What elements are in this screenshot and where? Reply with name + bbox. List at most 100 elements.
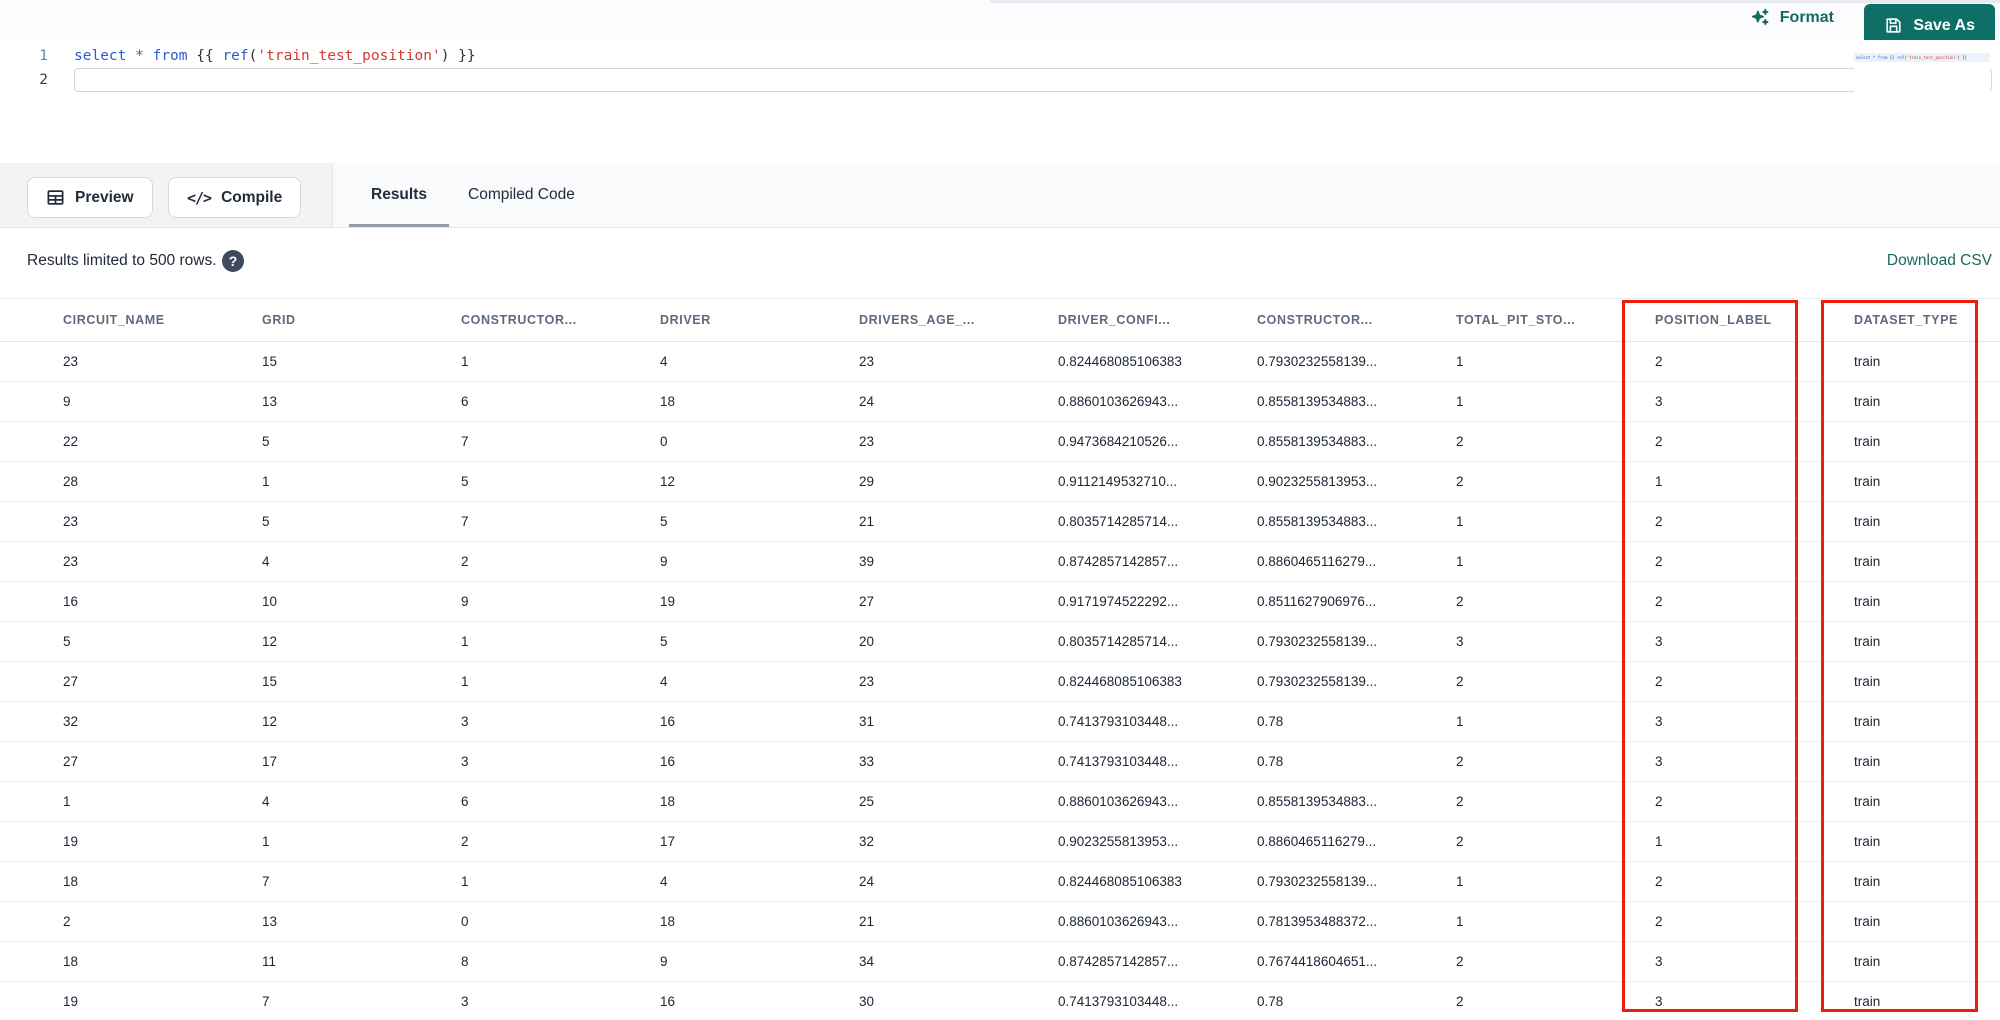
table-cell: 18 <box>63 954 79 969</box>
table-cell: 0.8860465116279... <box>1257 554 1377 569</box>
table-cell: 5 <box>660 634 668 649</box>
table-cell: 0.7813953488372... <box>1257 914 1378 929</box>
table-cell: 0.8558139534883... <box>1257 394 1378 409</box>
table-cell: 0.8860103626943... <box>1058 914 1179 929</box>
column-header-constructor[interactable]: CONSTRUCTOR... <box>1244 313 1443 327</box>
table-cell: 16 <box>660 754 676 769</box>
column-header-driver-confi[interactable]: DRIVER_CONFI... <box>1045 313 1244 327</box>
table-cell: 2 <box>1456 834 1464 849</box>
column-header-dataset-type[interactable]: DATASET_TYPE <box>1841 313 2000 327</box>
code-brackets-icon: </> <box>187 188 212 207</box>
table-cell: 2 <box>1655 594 1663 609</box>
sql-token: {{ <box>187 48 223 64</box>
table-cell: 0.8742857142857... <box>1058 554 1179 569</box>
sql-token: from <box>152 48 188 64</box>
column-header-grid[interactable]: GRID <box>249 313 448 327</box>
sparkles-icon <box>1750 7 1771 28</box>
sql-token: from <box>1877 55 1888 60</box>
table-cell: 19 <box>63 834 79 849</box>
table-row: 27 17 3 16 33 0.7413793103448... 0.78 2 3 train <box>0 742 2000 782</box>
results-info-bar: Results limited to 500 rows. ? Download … <box>0 228 2000 298</box>
table-cell: 27 <box>63 674 79 689</box>
table-cell: 16 <box>63 594 79 609</box>
column-header-total-pit-sto[interactable]: TOTAL_PIT_STO... <box>1443 313 1642 327</box>
code-area[interactable]: select * from {{ ref('train_test_positio… <box>74 44 1992 92</box>
tab-compiled-code-label: Compiled Code <box>468 186 575 203</box>
download-csv-link[interactable]: Download CSV <box>1887 252 1992 270</box>
table-cell: 23 <box>63 354 79 369</box>
table-cell: 2 <box>1655 874 1663 889</box>
table-cell: 2 <box>63 914 71 929</box>
column-header-constructor[interactable]: CONSTRUCTOR... <box>448 313 647 327</box>
table-grid-icon <box>46 188 65 207</box>
preview-button-label: Preview <box>75 188 134 206</box>
table-cell: 9 <box>660 554 668 569</box>
column-header-position-label[interactable]: POSITION_LABEL <box>1642 313 1841 327</box>
sql-editor[interactable]: 1 2 select * from {{ ref('train_test_pos… <box>0 40 2000 163</box>
table-cell: 23 <box>859 674 875 689</box>
table-cell: 0.824468085106383 <box>1058 674 1182 689</box>
column-header-driver[interactable]: DRIVER <box>647 313 846 327</box>
table-cell: train <box>1854 874 1881 889</box>
table-cell: 31 <box>859 714 875 729</box>
column-header-drivers-age[interactable]: DRIVERS_AGE_... <box>846 313 1045 327</box>
table-cell: 25 <box>859 794 875 809</box>
table-cell: 33 <box>859 754 875 769</box>
table-cell: train <box>1854 354 1881 369</box>
table-cell: 0.9473684210526... <box>1058 434 1179 449</box>
table-cell: 2 <box>1456 674 1464 689</box>
table-cell: 0.78 <box>1257 714 1284 729</box>
table-cell: 6 <box>461 394 469 409</box>
table-cell: 1 <box>1456 394 1464 409</box>
table-cell: 0.7930232558139... <box>1257 874 1378 889</box>
table-cell: 0.7930232558139... <box>1257 634 1378 649</box>
table-cell: 5 <box>461 474 469 489</box>
table-cell: 0 <box>660 434 668 449</box>
preview-button[interactable]: Preview <box>27 177 153 218</box>
table-cell: 5 <box>262 434 270 449</box>
table-cell: 2 <box>1655 514 1663 529</box>
table-cell: 1 <box>461 354 469 369</box>
table-cell: 2 <box>461 554 469 569</box>
table-cell: 5 <box>262 514 270 529</box>
sql-code-line[interactable]: select * from {{ ref('train_test_positio… <box>74 44 1992 68</box>
sql-token: ) }} <box>1957 55 1967 60</box>
dbt-ide-root: Format Save As 1 2 select * from {{ ref(… <box>0 0 2000 1020</box>
compile-button-label: Compile <box>221 188 283 206</box>
table-cell: 24 <box>859 874 875 889</box>
table-cell: 3 <box>1655 634 1663 649</box>
table-cell: 2 <box>461 834 469 849</box>
minimap-code-line: select * from {{ ref('train_test_positio… <box>1854 53 1990 62</box>
active-line-highlight[interactable] <box>74 68 1992 92</box>
table-cell: 7 <box>461 434 469 449</box>
table-cell: 4 <box>262 794 270 809</box>
table-row: 9 13 6 18 24 0.8860103626943... 0.855813953488… <box>0 382 2000 422</box>
table-cell: 0.9023255813953... <box>1257 474 1378 489</box>
sql-token: ) }} <box>440 48 476 64</box>
results-toolbar: Preview </> Compile Results Compiled Cod… <box>0 163 2000 228</box>
tab-compiled-code[interactable]: Compiled Code <box>468 163 575 227</box>
table-cell: 0.8035714285714... <box>1058 634 1179 649</box>
help-icon[interactable]: ? <box>222 250 244 272</box>
table-row: 32 12 3 16 31 0.7413793103448... 0.78 1 3 train <box>0 702 2000 742</box>
table-row: 5 12 1 5 20 0.8035714285714... 0.7930232558139… <box>0 622 2000 662</box>
table-cell: 27 <box>859 594 875 609</box>
tab-results[interactable]: Results <box>371 163 427 227</box>
table-cell: 8 <box>461 954 469 969</box>
column-header-circuit-name[interactable]: CIRCUIT_NAME <box>50 313 249 327</box>
table-cell: 30 <box>859 994 875 1009</box>
table-cell: 28 <box>63 474 79 489</box>
line-number: 1 <box>39 48 48 64</box>
editor-minimap[interactable]: select * from {{ ref('train_test_positio… <box>1854 53 1990 99</box>
table-cell: 4 <box>660 874 668 889</box>
table-cell: 2 <box>1456 994 1464 1009</box>
table-cell: 4 <box>660 674 668 689</box>
table-cell: 20 <box>859 634 875 649</box>
compile-button[interactable]: </> Compile <box>168 177 302 218</box>
table-cell: 2 <box>1655 554 1663 569</box>
pane-divider <box>990 0 2000 3</box>
table-cell: 1 <box>63 794 71 809</box>
table-cell: 15 <box>262 354 278 369</box>
format-button[interactable]: Format <box>1750 7 1834 28</box>
